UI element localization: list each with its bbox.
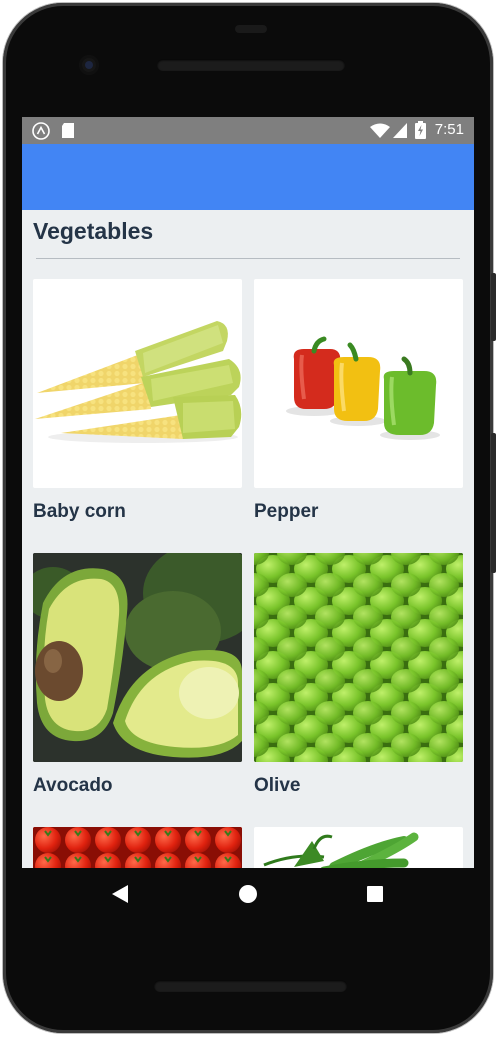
olive-image (254, 553, 463, 762)
home-icon[interactable] (238, 884, 258, 909)
status-bar: 7:51 (22, 117, 474, 144)
item-label: Pepper (254, 501, 319, 522)
bottom-speaker (154, 980, 347, 992)
item-label: Baby corn (33, 501, 126, 522)
recents-icon[interactable] (366, 885, 384, 908)
section-title: Vegetables (33, 218, 154, 244)
power-button (491, 273, 496, 341)
item-label: Olive (254, 775, 301, 796)
green-beans-image (254, 827, 463, 868)
earpiece (235, 25, 267, 33)
card-olive[interactable]: Olive (254, 553, 463, 797)
tomato-image (33, 827, 242, 868)
card-pepper[interactable]: Pepper (254, 279, 463, 523)
baby-corn-image (33, 279, 242, 488)
status-time: 7:51 (434, 121, 464, 138)
pepper-image (254, 279, 463, 488)
front-camera (79, 55, 99, 75)
screen: 7:51 Vegetables Baby corn Pepper Avocado… (22, 117, 474, 868)
battery-charging-icon (415, 121, 426, 144)
back-icon[interactable] (111, 884, 129, 909)
wifi-icon (370, 123, 390, 143)
launcher-a-icon (32, 122, 50, 145)
card-baby-corn[interactable]: Baby corn (33, 279, 242, 523)
divider (36, 258, 460, 259)
sd-card-icon (61, 122, 75, 144)
volume-button (491, 433, 496, 573)
card-green-beans[interactable] (254, 827, 463, 868)
signal-icon (393, 123, 407, 143)
item-label: Avocado (33, 775, 113, 796)
card-avocado[interactable]: Avocado (33, 553, 242, 797)
card-tomato[interactable] (33, 827, 242, 868)
avocado-image (33, 553, 242, 762)
navigation-bar (22, 868, 474, 920)
top-speaker (157, 59, 345, 71)
app-bar (22, 144, 474, 210)
